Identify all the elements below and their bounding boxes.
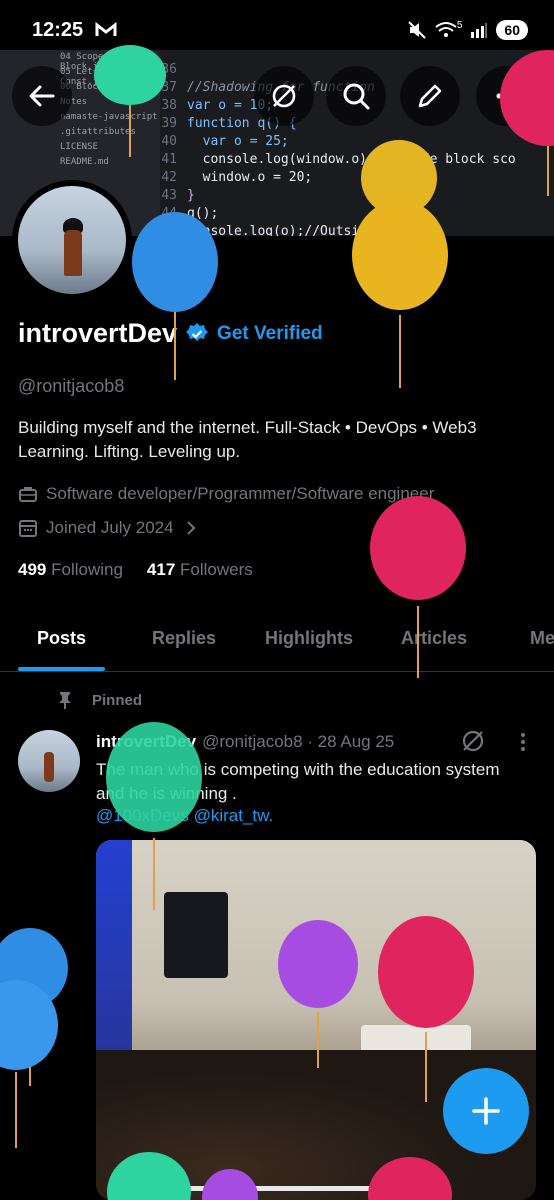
search-button[interactable]	[326, 66, 386, 126]
grok-icon	[462, 730, 484, 752]
followers-link[interactable]: 417 Followers	[147, 560, 253, 580]
pinned-label: Pinned	[92, 691, 143, 709]
tab-highlights[interactable]: Highlights	[265, 610, 353, 672]
post-mentions[interactable]: @100xDevs @kirat_tw.	[96, 806, 273, 826]
signal-icon	[471, 23, 488, 38]
banner-file: .gitattributes	[60, 127, 136, 137]
code-line: 42 window.o = 20;	[155, 170, 554, 188]
profile-avatar[interactable]	[12, 180, 132, 300]
compose-post-button[interactable]	[443, 1068, 529, 1154]
post-more-button[interactable]	[514, 730, 532, 759]
plus-icon	[472, 1097, 500, 1125]
network-label: 5	[456, 19, 463, 31]
pinned-label-row: Pinned	[56, 690, 142, 710]
tab-posts[interactable]: Posts	[37, 610, 86, 672]
profile-tabs: Posts Replies Highlights Articles Me	[0, 610, 554, 672]
profile-handle: @ronitjacob8	[18, 376, 125, 396]
line-number: 39	[161, 116, 177, 131]
code-text: q();	[187, 206, 219, 221]
profile-job-row: Software developer/Programmer/Software e…	[18, 484, 434, 504]
followers-label: Followers	[180, 560, 253, 579]
more-icon	[496, 93, 516, 99]
battery-indicator: 60	[496, 20, 528, 40]
balloon-blue-left-2	[0, 980, 58, 1148]
code-text: var o = 25;	[187, 134, 289, 149]
code-text: }	[187, 188, 195, 203]
gmail-icon	[95, 22, 117, 36]
line-number: 45	[161, 224, 177, 236]
post-text: The man who is competing with the educat…	[96, 760, 500, 803]
followers-count: 417	[146, 560, 176, 579]
following-link[interactable]: 499 Following	[18, 560, 123, 580]
balloon-blue-left-1	[0, 928, 68, 1086]
tab-replies[interactable]: Replies	[152, 610, 216, 672]
status-time: 12:25	[32, 18, 84, 41]
profile-name: introvertDev	[18, 318, 178, 348]
avatar-image	[18, 186, 126, 294]
code-line: 45 console.log(o);//Outside	[155, 224, 554, 236]
pencil-icon	[418, 84, 442, 108]
balloon-blue-1	[132, 212, 218, 380]
wifi-icon	[435, 22, 457, 37]
code-line: 44 q();	[155, 206, 554, 224]
profile-name-row: introvertDev Get Verified	[18, 318, 323, 349]
banner-file: LICENSE	[60, 142, 98, 152]
post-grok-button[interactable]	[460, 728, 486, 759]
pin-icon	[59, 692, 71, 709]
post-avatar-figure	[44, 752, 54, 782]
mute-icon	[408, 21, 426, 39]
back-button[interactable]	[12, 66, 72, 126]
line-number: 41	[161, 152, 177, 167]
tab-media[interactable]: Me	[530, 610, 554, 672]
banner-file: README.md	[60, 157, 109, 167]
profile-job: Software developer/Programmer/Software e…	[46, 484, 435, 503]
line-number: 40	[161, 134, 177, 149]
profile-bio: Building myself and the internet. Full-S…	[18, 418, 477, 461]
line-number: 37	[161, 80, 177, 95]
line-number: 44	[161, 206, 177, 221]
more-options-button[interactable]	[476, 66, 536, 126]
line-number: 43	[161, 188, 177, 203]
profile-joined-row[interactable]: Joined July 2024	[18, 518, 200, 538]
status-bar: 12:25 5 60	[0, 0, 554, 60]
profile-joined: Joined July 2024	[46, 518, 174, 537]
home-indicator	[180, 1186, 374, 1191]
code-line: 43}	[155, 188, 554, 206]
more-vertical-icon	[521, 733, 525, 751]
verified-badge-icon	[186, 322, 209, 341]
following-label: Following	[51, 560, 123, 579]
arrow-left-icon	[29, 85, 55, 107]
code-line: 40 var o = 25;	[155, 134, 554, 152]
post-header: introvertDev @ronitjacob8 · 28 Aug 25	[96, 732, 394, 752]
avatar-figure-body	[64, 230, 82, 276]
code-text: console.log(window.o);//Inside block sco	[187, 152, 516, 167]
calendar-icon	[19, 520, 37, 537]
tab-articles[interactable]: Articles	[401, 610, 467, 672]
grok-button[interactable]	[254, 66, 314, 126]
following-count: 499	[18, 560, 47, 579]
media-speaker	[164, 892, 228, 978]
line-number: 42	[161, 170, 177, 185]
search-icon	[343, 83, 370, 110]
code-text: console.log(o);//Outside	[187, 224, 375, 236]
edit-profile-button[interactable]	[400, 66, 460, 126]
post-handle-date: @ronitjacob8 · 28 Aug 25	[202, 732, 395, 751]
post-avatar[interactable]	[18, 730, 80, 792]
line-number: 38	[161, 98, 177, 113]
briefcase-icon	[19, 487, 37, 502]
follow-stats: 499 Following 417 Followers	[18, 560, 253, 580]
code-text: window.o = 20;	[187, 170, 313, 185]
get-verified-link[interactable]: Get Verified	[217, 323, 323, 345]
chevron-right-icon	[186, 521, 196, 535]
post-author[interactable]: introvertDev	[96, 732, 196, 752]
code-line: 41 console.log(window.o);//Inside block …	[155, 152, 554, 170]
grok-icon	[272, 84, 296, 108]
active-tab-indicator	[18, 667, 105, 671]
line-number: 36	[161, 62, 177, 77]
